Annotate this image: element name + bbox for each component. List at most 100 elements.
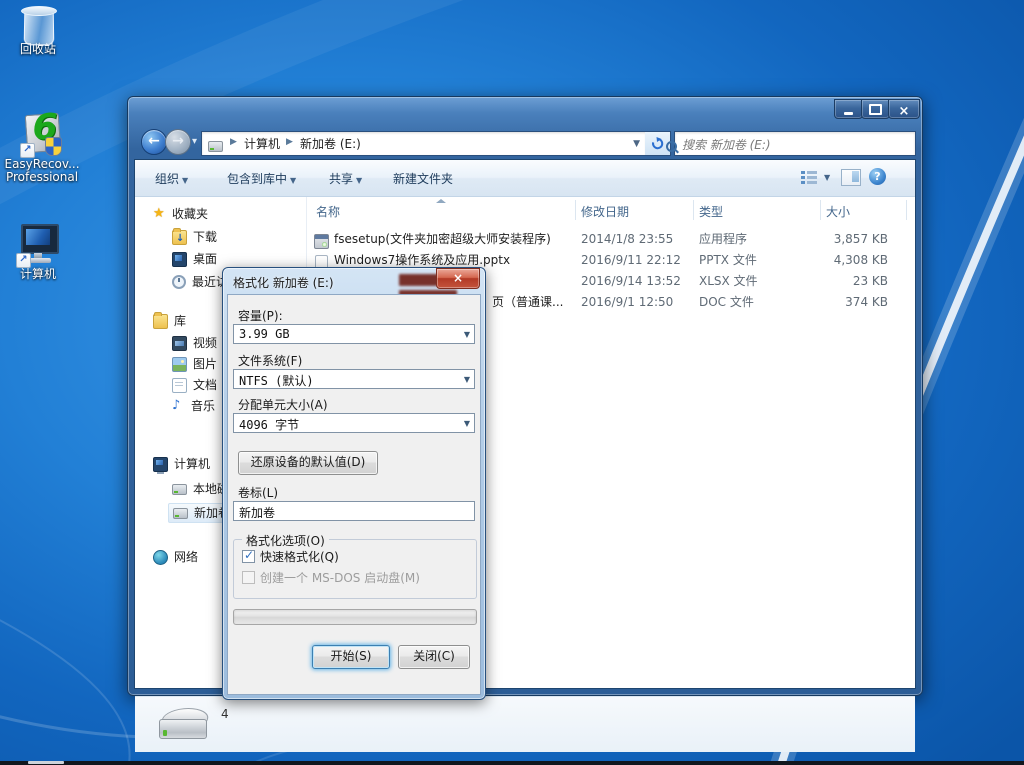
shortcut-arrow-icon: ↗ — [20, 143, 35, 158]
file-type: PPTX 文件 — [699, 253, 757, 267]
dropdown-icon: ▼ — [182, 176, 189, 185]
toolbar-share[interactable]: 共享 ▼ — [323, 166, 368, 191]
breadcrumb-computer[interactable]: 计算机 — [240, 135, 284, 152]
sidebar-item-desktop[interactable]: 桌面 — [172, 250, 217, 268]
forward-button[interactable]: → — [165, 129, 191, 155]
desktop-icon-recycle-bin[interactable]: 回收站 — [6, 3, 70, 56]
column-separator[interactable] — [820, 200, 821, 220]
sidebar-item-videos[interactable]: 视频 — [172, 334, 217, 352]
file-date: 2016/9/14 13:52 — [581, 274, 681, 288]
installer-file-icon — [314, 234, 329, 249]
file-size: 374 KB — [845, 295, 888, 309]
sidebar-item-downloads[interactable]: 下载 — [172, 228, 217, 248]
msdos-label: 创建一个 MS-DOS 启动盘(M) — [260, 571, 420, 585]
crumb-separator-icon[interactable]: ▶ — [284, 137, 295, 147]
format-options-label: 格式化选项(O) — [242, 532, 329, 549]
desktop-icon-label: 计算机 — [19, 267, 56, 281]
details-pane: 4 — [135, 696, 915, 752]
crumb-separator-icon[interactable]: ▶ — [228, 137, 239, 147]
preview-pane-icon — [852, 171, 859, 182]
sidebar-item-network[interactable]: 网络 — [153, 548, 198, 566]
column-separator[interactable] — [693, 200, 694, 220]
views-icon[interactable] — [801, 171, 817, 184]
check-icon: ✓ — [244, 548, 255, 562]
msdos-checkbox — [242, 571, 255, 584]
column-header-name[interactable]: 名称 — [316, 203, 340, 220]
dialog-close-button[interactable]: × — [436, 268, 480, 289]
volume-label-input[interactable]: 新加卷 — [233, 501, 475, 521]
toolbar-include-in-library[interactable]: 包含到库中 ▼ — [221, 166, 302, 191]
recent-places-icon — [172, 275, 186, 289]
desktop-icon-computer[interactable]: ↗ 计算机 — [10, 222, 66, 281]
search-icon[interactable] — [666, 141, 677, 152]
preview-pane-button[interactable] — [841, 169, 861, 186]
allocation-combobox[interactable]: 4096 字节 ▼ — [233, 413, 475, 433]
close-dialog-button[interactable]: 关闭(C) — [398, 645, 470, 669]
search-box[interactable]: 搜索 新加卷 (E:) — [666, 131, 916, 156]
volume-label: 卷标(L) — [238, 486, 279, 500]
capacity-combobox[interactable]: 3.99 GB ▼ — [233, 324, 475, 344]
sidebar-item-recent-places[interactable]: 最近访 — [172, 273, 228, 291]
easyrecovery-icon: 6 ↗ — [20, 108, 64, 158]
help-icon: ? — [874, 170, 881, 183]
dropdown-icon: ▼ — [463, 419, 470, 428]
dropdown-icon: ▼ — [463, 375, 470, 384]
restore-defaults-button[interactable]: 还原设备的默认值(D) — [238, 451, 378, 475]
close-button[interactable]: × — [888, 99, 920, 119]
column-header-date[interactable]: 修改日期 — [581, 203, 629, 220]
dropdown-icon: ▼ — [356, 176, 363, 185]
nav-history-dropdown[interactable]: ▾ — [192, 136, 197, 147]
sidebar-item-libraries[interactable]: 库 — [153, 312, 186, 330]
address-bar[interactable]: ▶ 计算机 ▶ 新加卷 (E:) ▼ — [201, 131, 647, 156]
taskbar-edge — [0, 761, 1024, 765]
file-date: 2016/9/1 12:50 — [581, 295, 674, 309]
sidebar-item-music[interactable]: ♪ 音乐 — [172, 397, 215, 415]
filesystem-combobox[interactable]: NTFS (默认) ▼ — [233, 369, 475, 389]
close-icon: × — [898, 104, 910, 119]
capacity-label: 容量(P): — [238, 309, 283, 323]
breadcrumb-new-volume[interactable]: 新加卷 (E:) — [296, 135, 365, 152]
toolbar-new-folder[interactable]: 新建文件夹 — [387, 166, 459, 191]
quick-format-label[interactable]: 快速格式化(Q) — [260, 548, 339, 565]
network-icon — [153, 550, 168, 565]
file-size: 23 KB — [852, 274, 888, 288]
back-button[interactable]: ← — [141, 129, 167, 155]
sidebar-item-local-disk[interactable]: 本地磁 — [172, 480, 229, 498]
filesystem-label: 文件系统(F) — [238, 354, 303, 368]
sort-ascending-icon — [436, 199, 446, 203]
sidebar-item-favorites[interactable]: ★ 收藏夹 — [153, 205, 208, 223]
search-placeholder: 搜索 新加卷 (E:) — [682, 138, 771, 152]
new-volume-icon — [173, 508, 188, 519]
downloads-icon — [172, 228, 187, 248]
address-dropdown-icon[interactable]: ▼ — [633, 139, 640, 149]
dialog-body: 容量(P): 3.99 GB ▼ 文件系统(F) NTFS (默认) ▼ 分配单… — [227, 294, 481, 695]
file-size: 3,857 KB — [833, 232, 888, 246]
help-button[interactable]: ? — [869, 168, 886, 185]
file-date: 2014/1/8 23:55 — [581, 232, 674, 246]
pictures-icon — [172, 357, 187, 372]
file-row[interactable]: fsesetup(文件夹加密超级大师安装程序) 2014/1/8 23:55 应… — [308, 229, 915, 250]
minimize-button[interactable] — [834, 99, 863, 119]
column-separator[interactable] — [575, 200, 576, 220]
column-header-size[interactable]: 大小 — [826, 203, 850, 220]
dialog-title: 格式化 新加卷 (E:) — [233, 276, 334, 290]
sidebar-item-pictures[interactable]: 图片 — [172, 355, 217, 373]
maximize-button[interactable] — [861, 99, 890, 119]
desktop-icon-label: Professional — [5, 170, 79, 184]
desktop-icon-easyrecovery[interactable]: 6 ↗ EasyRecov... Professional — [0, 108, 84, 184]
toolbar-organize[interactable]: 组织 ▼ — [149, 166, 194, 191]
format-progress-bar — [233, 609, 477, 625]
views-dropdown-icon[interactable]: ▼ — [824, 173, 830, 182]
column-separator[interactable] — [906, 200, 907, 220]
desktop: { "icons": { "back": "←", "forward": "→"… — [0, 0, 1024, 765]
sidebar-item-computer[interactable]: 计算机 — [153, 455, 210, 474]
column-header-type[interactable]: 类型 — [699, 203, 723, 220]
allocation-label: 分配单元大小(A) — [238, 398, 328, 412]
format-options-group: 格式化选项(O) ✓ 快速格式化(Q) 创建一个 MS-DOS 启动盘(M) — [233, 532, 477, 599]
forward-icon: → — [172, 133, 184, 149]
start-button[interactable]: 开始(S) — [312, 645, 390, 669]
sidebar-item-documents[interactable]: 文档 — [172, 376, 217, 394]
dropdown-icon: ▼ — [290, 176, 297, 185]
quick-format-checkbox[interactable]: ✓ — [242, 548, 255, 563]
taskbar-segment — [28, 761, 64, 764]
